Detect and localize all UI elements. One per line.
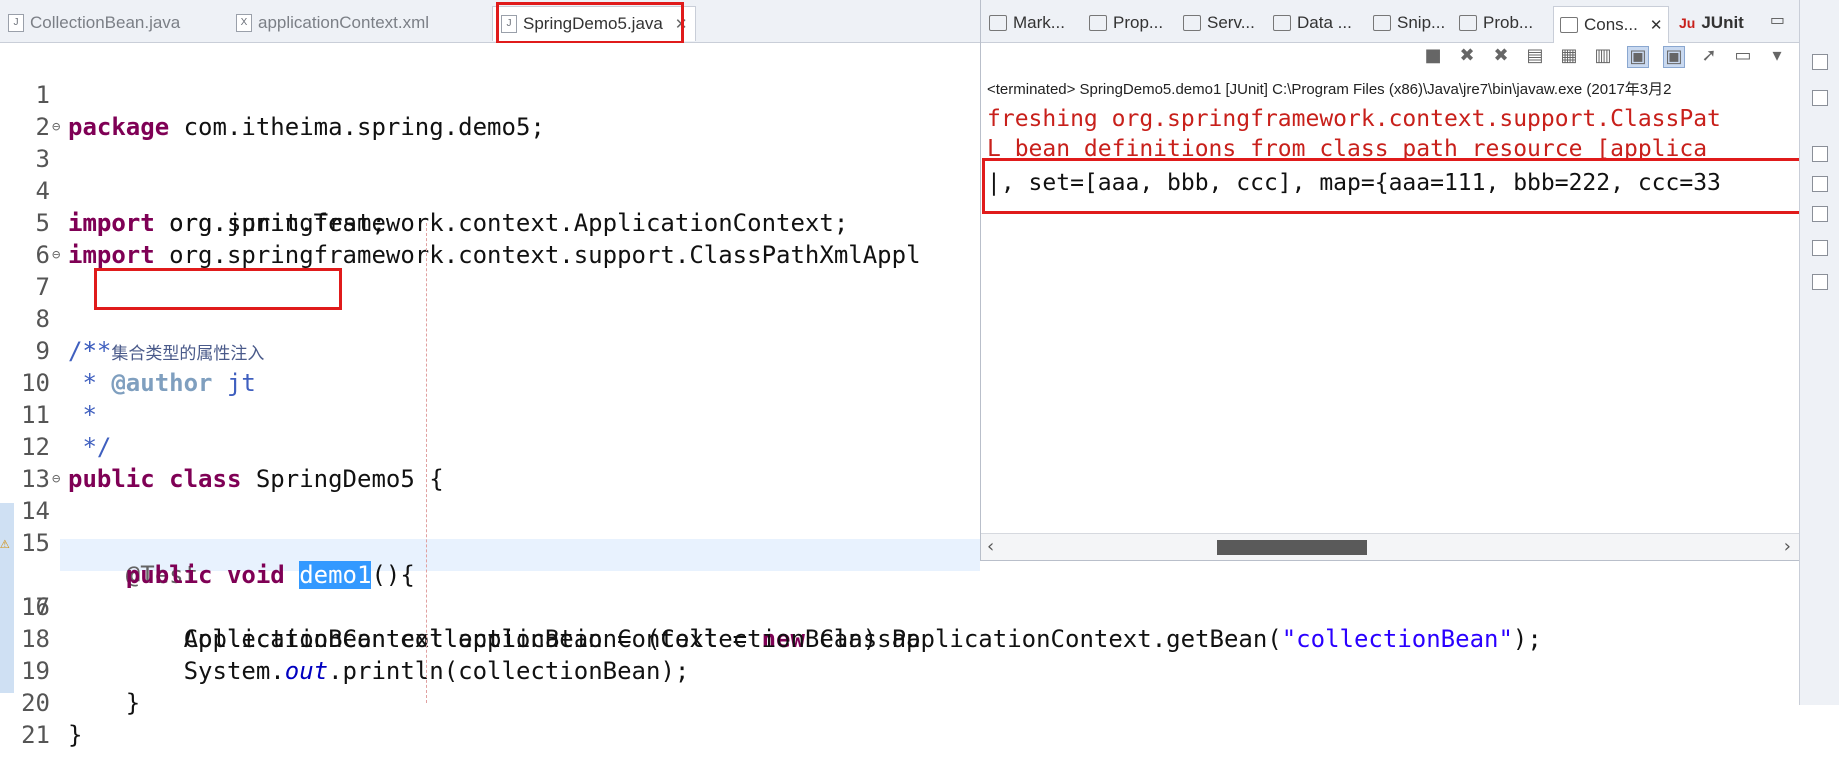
code-line: 11 */ bbox=[0, 367, 980, 461]
code-line: 1 package com.itheima.spring.demo5; bbox=[0, 47, 980, 141]
fold-icon[interactable]: ⊖ bbox=[52, 239, 60, 271]
problems-icon bbox=[1459, 15, 1477, 31]
tab-servers[interactable]: Serv... bbox=[1183, 10, 1255, 36]
open-console-icon[interactable]: ▾ bbox=[1767, 46, 1787, 66]
tab-label: CollectionBean.java bbox=[30, 13, 181, 32]
tab-label: Data ... bbox=[1297, 13, 1352, 32]
code-line: 20 } bbox=[0, 655, 980, 749]
highlight-box-active-tab bbox=[496, 2, 684, 44]
snippets-icon bbox=[1373, 15, 1391, 31]
string-literal: "collectionBean" bbox=[1281, 625, 1513, 653]
tab-markers[interactable]: Mark... bbox=[989, 10, 1065, 36]
code-line: 17 CollectionBean collectionBean = (Coll… bbox=[0, 559, 1542, 653]
view-icon[interactable] bbox=[1812, 274, 1828, 290]
highlight-box-output bbox=[982, 158, 1802, 214]
clear-console-icon[interactable]: ▤ bbox=[1525, 46, 1545, 66]
tab-applicationcontext-xml[interactable]: X applicationContext.xml bbox=[236, 6, 429, 40]
view-tab-bar: Mark... Prop... Serv... Data ... Snip...… bbox=[981, 0, 1799, 43]
scrollbar-thumb[interactable] bbox=[1217, 540, 1367, 555]
code-line: 21 bbox=[0, 687, 980, 749]
tab-label: applicationContext.xml bbox=[258, 13, 430, 32]
search-icon[interactable] bbox=[1812, 206, 1828, 222]
code-text: ); bbox=[1512, 625, 1542, 653]
console-output-line: freshing org.springframework.context.sup… bbox=[987, 106, 1721, 132]
code-line: 12 public class SpringDemo5 { bbox=[0, 399, 980, 493]
fold-icon[interactable]: ⊖ bbox=[52, 111, 60, 143]
show-on-stdout-icon[interactable]: ▣ bbox=[1627, 46, 1649, 68]
scroll-left-icon[interactable]: ‹ bbox=[987, 536, 994, 557]
code-text: } bbox=[68, 721, 83, 749]
code-line: 6 bbox=[0, 207, 980, 269]
view-icon[interactable] bbox=[1812, 176, 1828, 192]
view-icon[interactable] bbox=[1812, 240, 1828, 256]
junit-icon: Ju bbox=[1679, 15, 1696, 31]
code-line: 4 import org.springframework.context.App… bbox=[0, 143, 980, 237]
minimize-icon[interactable]: ▭ bbox=[1770, 10, 1785, 29]
java-file-icon: J bbox=[8, 14, 24, 32]
scroll-right-icon[interactable]: › bbox=[1784, 536, 1791, 557]
highlight-box-comment bbox=[94, 268, 342, 310]
terminate-icon[interactable]: ■ bbox=[1423, 46, 1443, 66]
markers-icon bbox=[989, 15, 1007, 31]
tab-label: Serv... bbox=[1207, 13, 1255, 32]
close-icon[interactable]: ✕ bbox=[1650, 16, 1663, 34]
code-line: 3 ⊖ import org.junit.Test; bbox=[0, 111, 980, 237]
console-toolbar: ■ ✖ ✖ ▤ ▦ ▥ ▣ ▣ ➚ ▭ ▾ bbox=[1423, 46, 1787, 68]
terminated-status: <terminated> SpringDemo5.demo1 [JUnit] C… bbox=[987, 81, 1672, 98]
code-line: 13 bbox=[0, 431, 980, 493]
outline-icon[interactable] bbox=[1812, 54, 1828, 70]
code-line: 2 bbox=[0, 79, 980, 141]
tab-collectionbean-java[interactable]: J CollectionBean.java bbox=[8, 6, 180, 40]
servers-icon bbox=[1183, 15, 1201, 31]
tab-label: Mark... bbox=[1013, 13, 1065, 32]
remove-launch-icon[interactable]: ✖ bbox=[1457, 46, 1477, 66]
code-line: 7 ⊖ /** bbox=[0, 239, 980, 365]
tab-junit[interactable]: Ju JUnit bbox=[1679, 10, 1744, 36]
code-line: 5 import org.springframework.context.sup… bbox=[0, 175, 980, 269]
console-view: Mark... Prop... Serv... Data ... Snip...… bbox=[980, 0, 1799, 561]
code-line: 15 public void demo1(){ bbox=[0, 495, 980, 589]
tab-label: Prob... bbox=[1483, 13, 1534, 32]
xml-file-icon: X bbox=[236, 14, 252, 32]
tab-label: Cons... bbox=[1584, 15, 1638, 34]
code-editor[interactable]: 1 package com.itheima.spring.demo5; 2 3 … bbox=[0, 43, 1542, 749]
fold-icon[interactable]: ⊖ bbox=[52, 463, 60, 495]
tab-properties[interactable]: Prop... bbox=[1089, 10, 1163, 36]
tab-problems[interactable]: Prob... bbox=[1459, 10, 1533, 36]
code-line: 14 ⊖ @Test bbox=[0, 463, 980, 589]
horizontal-scrollbar[interactable]: ‹ › bbox=[981, 533, 1799, 560]
tab-label: Prop... bbox=[1113, 13, 1164, 32]
properties-icon bbox=[1089, 15, 1107, 31]
editor-tab-bar: J CollectionBean.java X applicationConte… bbox=[0, 0, 980, 43]
data-source-icon bbox=[1273, 15, 1291, 31]
indent-guide bbox=[426, 223, 427, 703]
code-line: ⚠ 16 ApplicationContext applicationConte… bbox=[0, 527, 980, 653]
package-icon[interactable] bbox=[1812, 146, 1828, 162]
scroll-lock-icon[interactable]: ▦ bbox=[1559, 46, 1579, 66]
side-trim-bar bbox=[1799, 0, 1839, 705]
remove-all-icon[interactable]: ✖ bbox=[1491, 46, 1511, 66]
word-wrap-icon[interactable]: ▥ bbox=[1593, 46, 1613, 66]
display-console-icon[interactable]: ▭ bbox=[1733, 46, 1753, 66]
code-line: 10 * bbox=[0, 335, 980, 429]
tab-snippets[interactable]: Snip... bbox=[1373, 10, 1445, 36]
warning-icon[interactable]: ⚠ bbox=[0, 527, 10, 559]
console-icon bbox=[1560, 17, 1578, 33]
show-on-stderr-icon[interactable]: ▣ bbox=[1663, 46, 1685, 68]
pin-console-icon[interactable]: ➚ bbox=[1699, 46, 1719, 66]
line-number: 21 bbox=[21, 721, 50, 749]
code-line: 18 System.out.println(collectionBean); bbox=[0, 591, 980, 685]
code-line: 19 } bbox=[0, 623, 980, 717]
tab-console[interactable]: Cons... ✕ bbox=[1553, 6, 1670, 43]
task-list-icon[interactable] bbox=[1812, 90, 1828, 106]
tab-data-source[interactable]: Data ... bbox=[1273, 10, 1352, 36]
tab-label: JUnit bbox=[1701, 13, 1744, 32]
tab-label: Snip... bbox=[1397, 13, 1446, 32]
